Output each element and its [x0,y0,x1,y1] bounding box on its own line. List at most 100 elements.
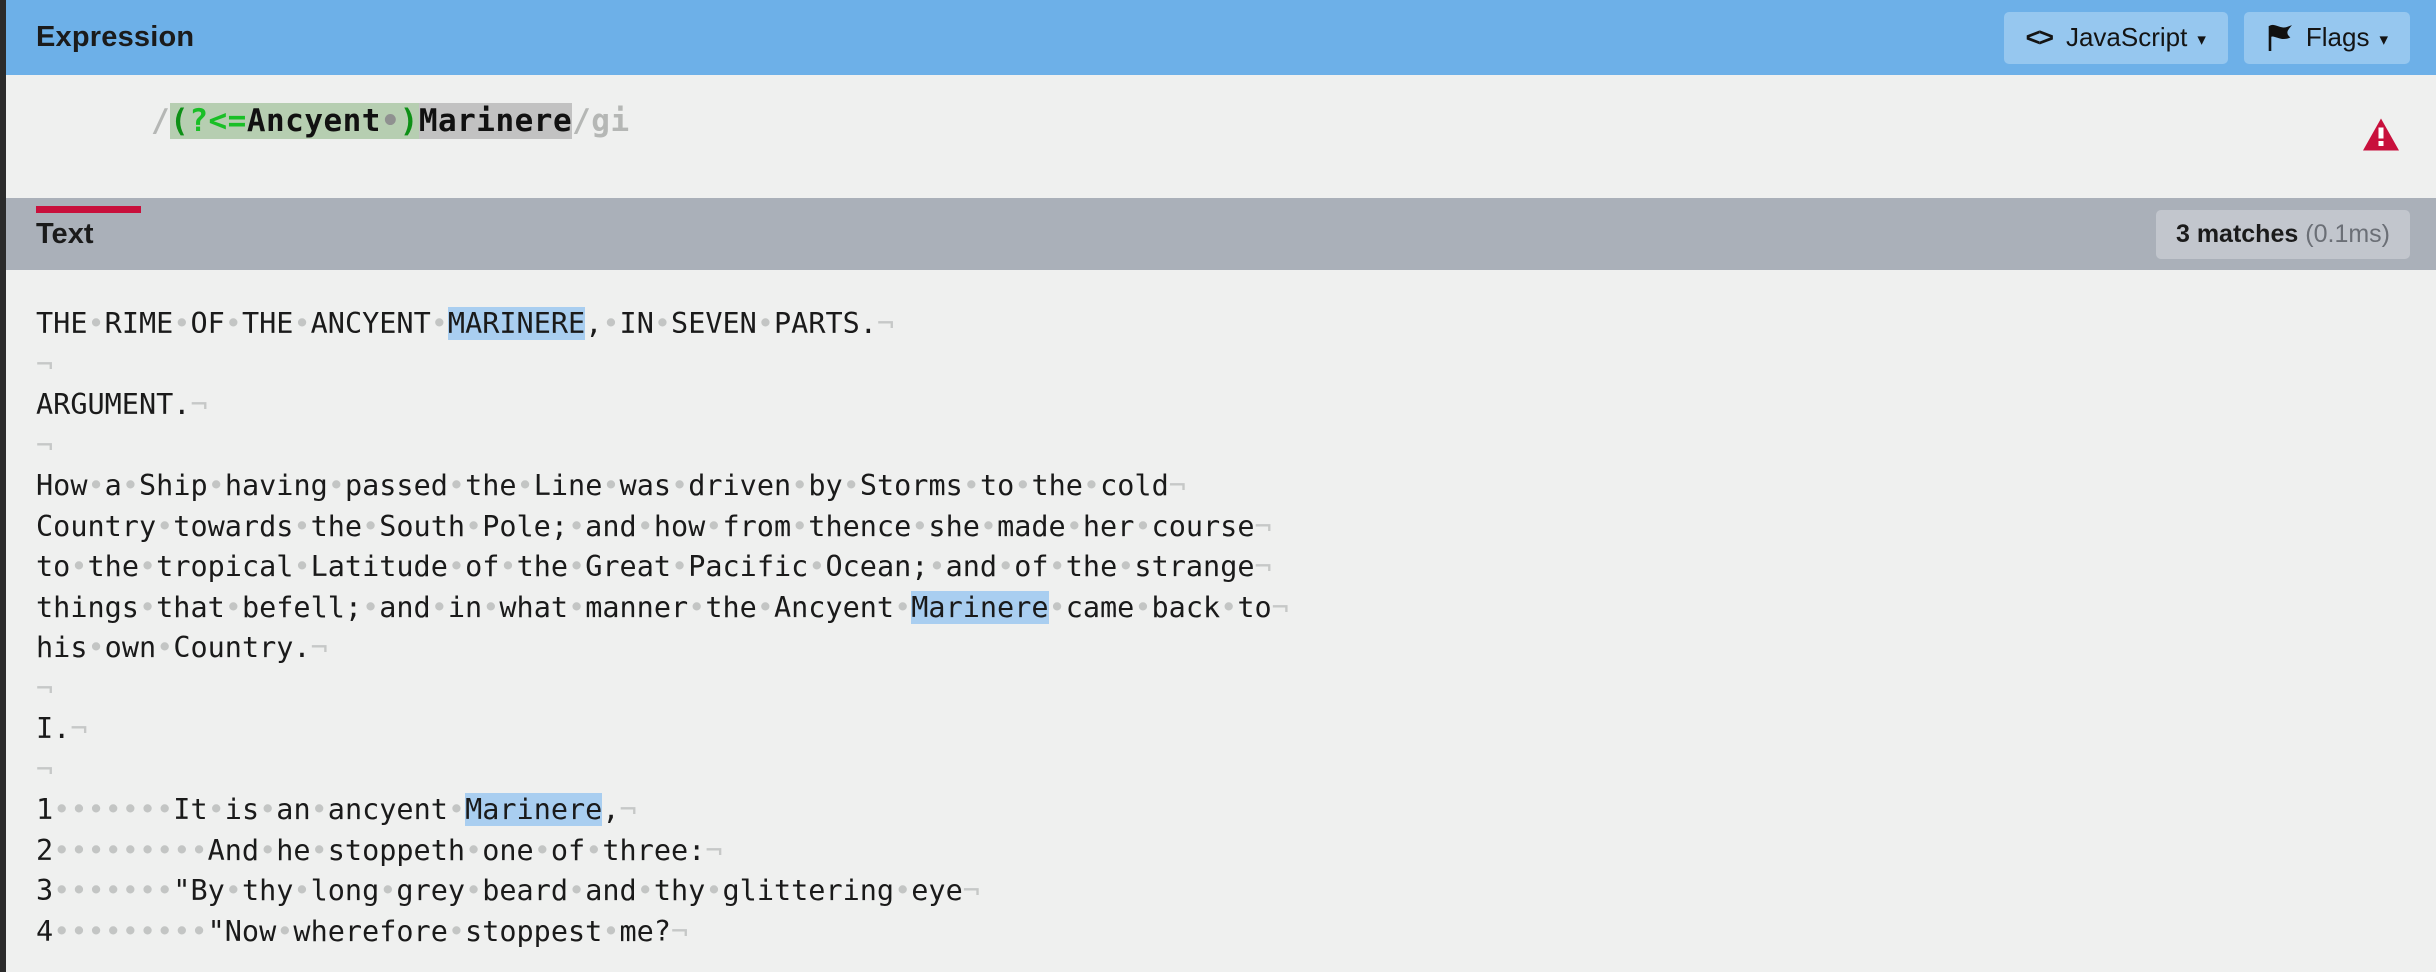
text-token: Ship [139,469,208,502]
text-token: and [945,550,998,583]
space-dot: • [1117,550,1135,583]
newline-symbol: ¬ [1168,469,1186,502]
regex-input[interactable]: /(?<=Ancyent•)Marinere/gi [36,75,630,213]
text-token: Pacific [688,550,809,583]
text-token: the [465,469,517,502]
text-token: one [482,833,534,867]
match-highlight: MARINERE [447,307,586,340]
text-token: Country [36,509,157,543]
regex-tester-app: Expression <> JavaScript ▾ Flags ▾ /(?<=… [0,0,2436,972]
space-dot: • [310,793,328,826]
text-token: he [276,833,311,867]
space-dot: • [997,550,1015,583]
text-token: of [1014,550,1049,583]
text-token: stoppest [465,914,603,948]
text-line: How•a•Ship•having•passed•the•Line•was•dr… [36,466,2406,507]
text-line: to•the•tropical•Latitude•of•the•Great•Pa… [36,547,2406,588]
expression-editor-row: /(?<=Ancyent•)Marinere/gi [6,75,2436,213]
text-line: his•own•Country.¬ [36,628,2406,669]
flags-button[interactable]: Flags ▾ [2243,11,2410,64]
text-token: to [979,469,1015,502]
space-dot: • [1065,509,1083,543]
text-token: , [585,307,603,340]
text-token: me? [619,914,671,948]
regex-literal-marinere: Marinere [418,102,573,139]
text-token: was [619,469,672,502]
space-dot: • [207,793,225,826]
space-dot: ••••••••• [53,914,208,948]
text-token: by [808,469,843,502]
text-token: Latitude [310,550,448,583]
text-token: an [276,793,311,826]
space-dot: • [224,590,242,624]
text-line: ¬ [36,750,2406,791]
space-dot: • [327,469,345,502]
regex-lookbehind-operator: ?<= [189,102,247,139]
text-line: 1•••••••It•is•an•ancyent•Marinere,¬ [36,790,2406,831]
text-token: back [1151,590,1221,624]
text-line: ¬ [36,345,2406,386]
text-token: It [173,793,208,826]
space-dot: • [70,550,88,583]
text-token: the [87,550,139,583]
space-dot: • [293,550,311,583]
space-dot: • [962,469,980,502]
text-token: in [447,590,483,624]
regex-lookbehind-group[interactable]: (?<=Ancyent•) [170,102,419,139]
text-token: she [928,509,980,543]
space-dot: • [362,590,380,624]
text-token: PARTS. [774,307,877,340]
text-token: How [36,469,88,502]
match-highlight: Marinere [465,793,603,826]
space-dot: • [1134,509,1152,543]
text-token: her [1082,509,1135,543]
text-token: thence [808,509,912,543]
text-token: long [310,874,380,907]
space-dot: • [516,469,534,502]
text-token: thy [653,874,706,907]
chevron-down-icon: ▾ [2197,30,2206,49]
space-dot: • [1048,550,1066,583]
text-token: OF [190,307,225,340]
text-token: the [310,509,363,543]
warning-triangle-icon[interactable] [2362,117,2400,156]
text-line: THE•RIME•OF•THE•ANCYENT•MARINERE,•IN•SEV… [36,304,2406,345]
text-token: 2 [36,833,54,867]
text-token: three: [602,833,706,867]
space-dot: • [705,874,723,907]
newline-symbol: ¬ [36,428,54,462]
text-token: tropical [156,550,294,583]
javascript-flavor-button[interactable]: <> JavaScript ▾ [2003,11,2228,64]
space-dot: • [430,590,448,624]
space-dot: • [465,833,483,867]
regex-open-delimiter: / [150,102,171,139]
space-dot: ••••••••• [53,833,208,867]
newline-symbol: ¬ [36,752,54,786]
text-input-area[interactable]: THE•RIME•OF•THE•ANCYENT•MARINERE,•IN•SEV… [6,270,2436,952]
text-line: Country•towards•the•South•Pole;•and•how•… [36,507,2406,548]
space-dot: • [1048,590,1066,624]
text-token: eye [911,874,963,907]
newline-symbol: ¬ [1271,590,1289,624]
match-count-badge: 3 matches (0.1ms) [2155,209,2410,259]
text-token: the [1065,550,1118,583]
text-token: strange [1134,550,1255,583]
chevron-down-icon: ▾ [2379,30,2388,49]
text-token: RIME [104,307,174,340]
text-token: ARGUMENT. [36,388,191,421]
space-dot: • [791,469,809,502]
text-token: the [705,590,757,624]
text-token: that [156,590,225,624]
text-token: and [379,590,431,624]
space-dot: • [447,793,466,826]
space-dot: • [207,469,225,502]
space-dot: • [808,550,826,583]
newline-symbol: ¬ [1254,550,1272,583]
text-token: thy [241,874,294,907]
space-dot: • [894,590,912,624]
space-dot: • [602,469,620,502]
space-dot: • [636,874,654,907]
space-dot: • [894,874,912,907]
space-dot: • [430,307,448,340]
space-dot: • [791,509,809,543]
